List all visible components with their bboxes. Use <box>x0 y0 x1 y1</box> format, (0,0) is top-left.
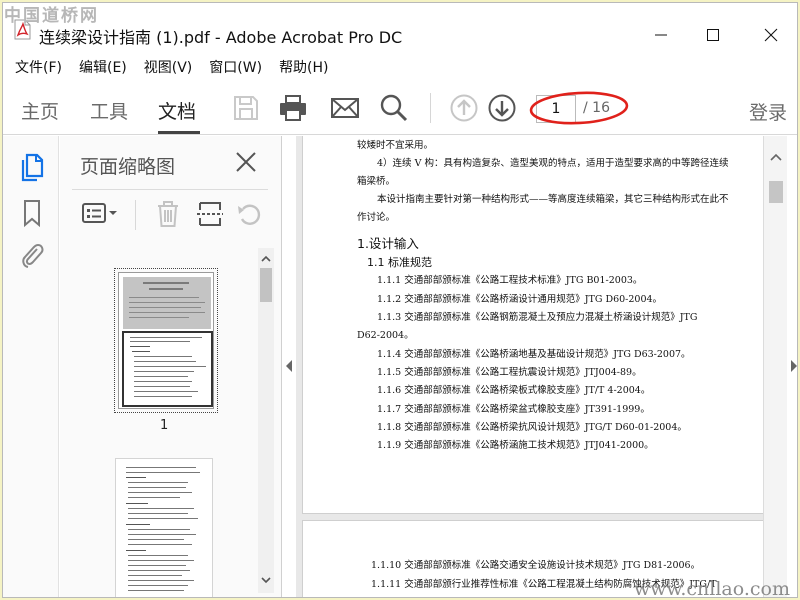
window-title: 连续梁设计指南 (1).pdf - Adobe Acrobat Pro DC <box>39 28 403 47</box>
attachments-icon[interactable] <box>18 240 46 270</box>
doc-text-line: 本设计指南主要针对第一种结构形式——等高度连续箱梁，其它三种结构形式在此不 <box>377 194 729 205</box>
document-scrollbar[interactable] <box>763 136 787 597</box>
section-heading: 1.设计输入 <box>357 236 419 251</box>
document-view: 较矮时不宜采用。 4）连续 V 构：具有构造复杂、造型美观的特点，适用于造型要求… <box>296 136 763 597</box>
watermark-bottom: www.cnllao.com <box>633 578 790 600</box>
close-button[interactable] <box>748 21 794 49</box>
page-thumbnails-icon[interactable] <box>18 152 46 182</box>
active-tab-indicator <box>158 131 200 134</box>
prev-page-icon[interactable] <box>449 93 479 123</box>
main-toolbar: 主页 工具 文档 1 / 16 登录 <box>3 79 797 135</box>
standard-item: D62-2004。 <box>357 330 414 341</box>
page-thumbnails-panel: 页面缩略图 1 <box>60 136 282 597</box>
menu-help[interactable]: 帮助(H) <box>277 53 337 79</box>
thumbnail-scroll-handle[interactable] <box>260 268 272 302</box>
tab-tools[interactable]: 工具 <box>90 97 128 124</box>
save-icon[interactable] <box>231 93 261 123</box>
acrobat-window: 连续梁设计指南 (1).pdf - Adobe Acrobat Pro DC 文… <box>2 2 798 598</box>
document-scroll-handle[interactable] <box>769 181 783 203</box>
scroll-up-icon[interactable] <box>770 152 782 162</box>
menu-file[interactable]: 文件(F) <box>13 53 71 79</box>
maximize-button[interactable] <box>690 21 736 49</box>
thumbnail-page-1[interactable] <box>114 268 218 413</box>
viewport-indicator[interactable] <box>122 331 213 407</box>
tab-document[interactable]: 文档 <box>158 97 196 124</box>
doc-text-line: 较矮时不宜采用。 <box>357 140 434 151</box>
doc-text-line: 箱梁桥。 <box>357 176 396 187</box>
tab-home[interactable]: 主页 <box>21 97 59 124</box>
panel-divider <box>72 189 268 190</box>
panel-tool-separator <box>135 200 136 230</box>
minimize-icon <box>655 34 667 36</box>
standard-item: 1.1.2 交通部部颁标准《公路桥涵设计通用规范》JTG D60-2004。 <box>377 294 663 305</box>
collapse-left-panel-icon[interactable] <box>284 358 294 374</box>
scroll-down-icon[interactable] <box>261 575 271 585</box>
close-icon <box>764 28 778 42</box>
standard-item: 1.1.4 交通部部颁标准《公路桥涵地基及基础设计规范》JTG D63-2007… <box>377 349 691 360</box>
toolbar-separator <box>430 93 431 123</box>
thumbnail-title-block <box>123 277 211 329</box>
doc-text-line: 4）连续 V 构：具有构造复杂、造型美观的特点，适用于造型要求高的中等跨径连续 <box>377 158 729 169</box>
standard-item: 1.1.5 交通部部颁标准《公路工程抗震设计规范》JTJ004-89。 <box>377 367 642 378</box>
maximize-icon <box>707 29 719 41</box>
thumbnail-page-1-label: 1 <box>160 418 169 433</box>
thumbnail-list: 1 <box>68 248 256 597</box>
email-icon[interactable] <box>330 93 360 123</box>
standard-item: 1.1.6 交通部部颁标准《公路桥梁板式橡胶支座》JT/T 4-2004。 <box>377 385 651 396</box>
standard-item: 1.1.3 交通部部颁标准《公路钢筋混凝土及预应力混凝土桥涵设计规范》JTG <box>377 312 698 323</box>
scroll-up-icon[interactable] <box>261 254 271 264</box>
panel-title: 页面缩略图 <box>80 156 176 178</box>
title-bar: 连续梁设计指南 (1).pdf - Adobe Acrobat Pro DC <box>3 3 797 53</box>
delete-page-icon[interactable] <box>153 200 183 228</box>
subsection-heading: 1.1 标准规范 <box>367 256 432 269</box>
standard-item: 1.1.1 交通部部颁标准《公路工程技术标准》JTG B01-2003。 <box>377 275 643 286</box>
standard-item: 1.1.9 交通部部颁标准《公路桥涵施工技术规范》JTJ041-2000。 <box>377 440 654 451</box>
red-annotation-ellipse <box>529 91 629 125</box>
standard-item: 1.1.7 交通部部颁标准《公路桥梁盆式橡胶支座》JT391-1999。 <box>377 404 650 415</box>
menu-bar: 文件(F) 编辑(E) 视图(V) 窗口(W) 帮助(H) <box>3 53 797 79</box>
rotate-page-icon[interactable] <box>235 200 265 228</box>
doc-text-line: 作讨论。 <box>357 212 396 223</box>
thumbnail-page-2[interactable] <box>115 458 213 597</box>
standard-item: 1.1.10 交通部部颁标准《公路交通安全设施设计技术规范》JTG D81-20… <box>371 560 701 571</box>
minimize-button[interactable] <box>638 21 684 49</box>
menu-view[interactable]: 视图(V) <box>142 53 202 79</box>
thumbnail-scrollbar[interactable] <box>258 248 274 593</box>
thumbnail-page-1-image <box>118 272 214 409</box>
navigation-rail <box>3 136 59 597</box>
watermark-top: 中国道桥网 <box>4 6 99 26</box>
print-icon[interactable] <box>278 93 308 123</box>
thumbnail-options-icon[interactable] <box>80 200 120 228</box>
login-button[interactable]: 登录 <box>749 98 787 125</box>
bookmarks-icon[interactable] <box>18 198 46 228</box>
close-panel-icon[interactable] <box>234 150 258 174</box>
next-page-icon[interactable] <box>487 93 517 123</box>
extract-page-icon[interactable] <box>195 200 225 228</box>
document-page-1: 较矮时不宜采用。 4）连续 V 构：具有构造复杂、造型美观的特点，适用于造型要求… <box>302 136 763 514</box>
search-icon[interactable] <box>379 93 409 123</box>
expand-right-panel-icon[interactable] <box>789 358 798 374</box>
standard-item: 1.1.8 交通部部颁标准《公路桥梁抗风设计规范》JTG/T D60-01-20… <box>377 422 687 433</box>
menu-edit[interactable]: 编辑(E) <box>77 53 136 79</box>
menu-window[interactable]: 窗口(W) <box>207 53 271 79</box>
